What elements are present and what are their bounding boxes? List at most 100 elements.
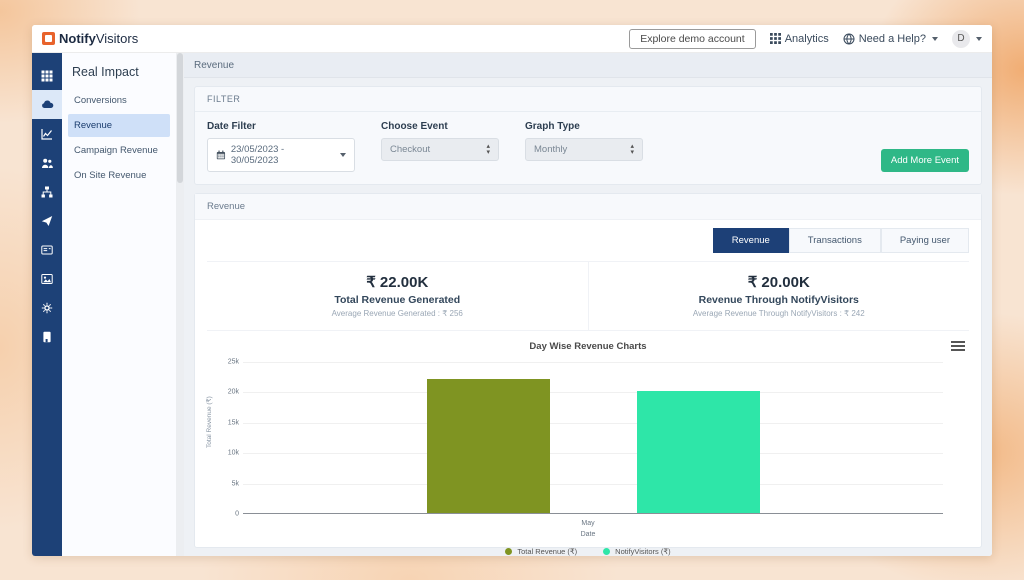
sidebar-item-settings[interactable]	[32, 293, 62, 322]
app-window: NotifyVisitors Explore demo account Anal…	[32, 25, 992, 556]
chart-legend: Total Revenue (₹) NotifyVisitors (₹)	[207, 547, 969, 556]
sidebar-item-real-impact[interactable]	[32, 90, 62, 119]
choose-event-field: Choose Event Checkout ▴▾	[381, 121, 499, 161]
topbar: NotifyVisitors Explore demo account Anal…	[32, 25, 992, 53]
tab-transactions[interactable]: Transactions	[789, 228, 881, 253]
revenue-card: Revenue Revenue Transactions Paying user…	[194, 193, 982, 548]
tab-bar: Revenue Transactions Paying user	[207, 228, 969, 253]
date-filter-field: Date Filter 23/05/2023 - 30/05/2023	[207, 121, 355, 172]
x-axis-labels: May Date	[207, 519, 969, 540]
stat-label: Revenue Through NotifyVisitors	[589, 294, 970, 306]
legend-item-total-revenue[interactable]: Total Revenue (₹)	[505, 547, 577, 556]
x-tick-may: May	[207, 519, 969, 530]
logo-text-light: Visitors	[96, 31, 138, 46]
stat-subtext: Average Revenue Through NotifyVisitors :…	[589, 309, 970, 318]
sidebar-item-on-site-revenue[interactable]: On Site Revenue	[68, 164, 170, 187]
date-range-value: 23/05/2023 - 30/05/2023	[231, 144, 333, 166]
legend-label: NotifyVisitors (₹)	[615, 547, 670, 556]
users-icon	[41, 157, 53, 169]
page-title: Revenue	[184, 53, 992, 78]
logo-icon	[42, 32, 55, 45]
revenue-card-title: Revenue	[195, 194, 981, 220]
sidebar-item-sitemap[interactable]	[32, 177, 62, 206]
legend-label: Total Revenue (₹)	[517, 547, 577, 556]
chevron-down-icon	[932, 37, 938, 41]
tab-paying-user[interactable]: Paying user	[881, 228, 969, 253]
choose-event-label: Choose Event	[381, 121, 499, 132]
user-menu[interactable]: D	[952, 30, 982, 48]
gear-icon	[41, 302, 53, 314]
sidebar-item-analytics-chart[interactable]	[32, 119, 62, 148]
list-card-icon	[41, 244, 53, 256]
graph-type-value: Monthly	[534, 144, 567, 155]
graph-type-select[interactable]: Monthly ▴▾	[525, 138, 643, 161]
analytics-menu[interactable]: Analytics	[770, 33, 829, 45]
globe-icon	[843, 33, 855, 45]
y-axis-title: Total Revenue (₹)	[207, 362, 219, 514]
stat-total-revenue: ₹ 22.00K Total Revenue Generated Average…	[207, 262, 588, 330]
submenu-scrollbar[interactable]	[176, 53, 184, 556]
stat-label: Total Revenue Generated	[207, 294, 588, 306]
y-axis-ticks: 25k 20k 15k 10k 5k 0	[219, 362, 243, 514]
gridline	[243, 392, 943, 393]
sidebar-item-campaigns[interactable]	[32, 206, 62, 235]
y-tick: 0	[235, 511, 239, 518]
stat-revenue-through-nv: ₹ 20.00K Revenue Through NotifyVisitors …	[588, 262, 970, 330]
submenu-title: Real Impact	[68, 61, 170, 89]
y-tick: 20k	[228, 389, 239, 396]
sidebar-item-list[interactable]	[32, 235, 62, 264]
grid-icon	[41, 70, 53, 82]
filter-title: FILTER	[195, 87, 981, 112]
logo-text: NotifyVisitors	[59, 31, 138, 46]
sidebar-item-conversions[interactable]: Conversions	[68, 89, 170, 112]
sidebar-item-docs[interactable]	[32, 322, 62, 351]
select-arrows-icon: ▴▾	[486, 144, 490, 155]
avatar: D	[952, 30, 970, 48]
sidebar-item-grid[interactable]	[32, 61, 62, 90]
notebook-icon	[41, 331, 53, 343]
add-more-event-button[interactable]: Add More Event	[881, 149, 969, 172]
date-filter-label: Date Filter	[207, 121, 355, 132]
filter-card: FILTER Date Filter 23/05/2023 - 30/05/20…	[194, 86, 982, 185]
sidebar-item-revenue[interactable]: Revenue	[68, 114, 170, 137]
tab-revenue[interactable]: Revenue	[713, 228, 789, 253]
analytics-label: Analytics	[785, 33, 829, 45]
logo-text-bold: Notify	[59, 31, 96, 46]
gridline	[243, 484, 943, 485]
sidebar-item-users[interactable]	[32, 148, 62, 177]
chevron-down-icon	[340, 153, 346, 157]
scrollbar-thumb[interactable]	[177, 53, 183, 183]
legend-item-notifyvisitors[interactable]: NotifyVisitors (₹)	[603, 547, 670, 556]
graph-type-label: Graph Type	[525, 121, 643, 132]
submenu-panel: Real Impact Conversions Revenue Campaign…	[62, 53, 176, 556]
gridline	[243, 423, 943, 424]
chart-line-icon	[41, 128, 53, 140]
bar-1	[637, 391, 760, 513]
chart-plot	[243, 362, 943, 514]
grid-icon	[770, 33, 781, 44]
legend-dot-1	[603, 548, 610, 555]
date-range-picker[interactable]: 23/05/2023 - 30/05/2023	[207, 138, 355, 172]
icon-rail	[32, 53, 62, 556]
explore-demo-account-button[interactable]: Explore demo account	[629, 29, 755, 49]
choose-event-select[interactable]: Checkout ▴▾	[381, 138, 499, 161]
gridline	[243, 453, 943, 454]
bar-0	[427, 379, 550, 513]
cloud-icon	[41, 98, 54, 111]
x-axis-line	[243, 513, 943, 514]
need-help-menu[interactable]: Need a Help?	[843, 33, 938, 45]
sidebar-item-campaign-revenue[interactable]: Campaign Revenue	[68, 139, 170, 162]
choose-event-value: Checkout	[390, 144, 430, 155]
sidebar-item-media[interactable]	[32, 264, 62, 293]
paper-plane-icon	[41, 215, 53, 227]
y-tick: 5k	[232, 480, 239, 487]
y-tick: 25k	[228, 359, 239, 366]
legend-dot-0	[505, 548, 512, 555]
notifyvisitors-logo[interactable]: NotifyVisitors	[42, 31, 138, 46]
stat-subtext: Average Revenue Generated : ₹ 256	[207, 309, 588, 318]
chart-menu-icon[interactable]	[951, 339, 965, 353]
chart-title: Day Wise Revenue Charts	[207, 341, 969, 352]
sitemap-icon	[41, 186, 53, 198]
graph-type-field: Graph Type Monthly ▴▾	[525, 121, 643, 161]
calendar-icon	[216, 150, 226, 160]
